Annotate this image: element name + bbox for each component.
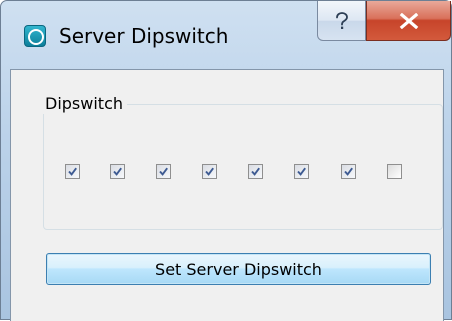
dipswitch-checkbox-6[interactable] <box>294 164 309 179</box>
checkmark-icon <box>205 167 214 176</box>
dipswitch-checkbox-4[interactable] <box>202 164 217 179</box>
checkmark-icon <box>68 167 77 176</box>
checkmark-icon <box>344 167 353 176</box>
window-title: Server Dipswitch <box>59 24 229 48</box>
help-icon <box>335 11 348 29</box>
dialog-client-area: Dipswitch Set Server Dipswitch <box>10 69 444 321</box>
checkmark-icon <box>251 167 260 176</box>
checkmark-icon <box>159 167 168 176</box>
dipswitch-checkbox-7[interactable] <box>341 164 356 179</box>
dipswitch-checkbox-8[interactable] <box>387 164 402 179</box>
app-logo-icon <box>24 25 46 47</box>
dipswitch-checkbox-3[interactable] <box>156 164 171 179</box>
checkmark-icon <box>297 167 306 176</box>
dipswitch-checkbox-2[interactable] <box>110 164 125 179</box>
dialog-window: Server Dipswitch Dipswitch Set Server Di… <box>0 0 452 321</box>
checkmark-icon <box>113 167 122 176</box>
title-bar[interactable]: Server Dipswitch <box>1 1 451 77</box>
help-button[interactable] <box>317 1 366 41</box>
close-button[interactable] <box>366 1 451 41</box>
groupbox-label: Dipswitch <box>41 94 127 114</box>
set-server-dipswitch-button[interactable]: Set Server Dipswitch <box>46 253 431 285</box>
dipswitch-checkbox-5[interactable] <box>248 164 263 179</box>
close-icon <box>399 12 418 29</box>
dipswitch-groupbox <box>43 104 443 230</box>
dipswitch-checkbox-1[interactable] <box>65 164 80 179</box>
